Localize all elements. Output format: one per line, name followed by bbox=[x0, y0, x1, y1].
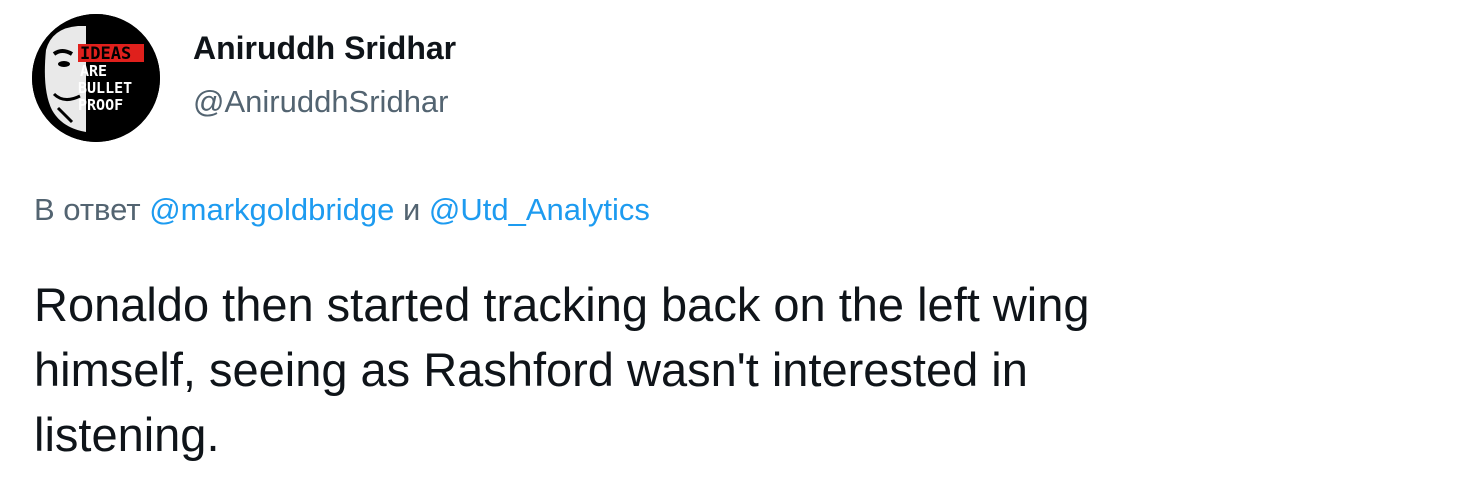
reply-context-prefix: В ответ bbox=[34, 192, 150, 227]
avatar-text-line-4: PROOF bbox=[78, 96, 123, 114]
tweet-text: Ronaldo then started tracking back on th… bbox=[34, 278, 1090, 461]
author-handle[interactable]: @AniruddhSridhar bbox=[193, 82, 449, 122]
avatar-text-line-1: IDEAS bbox=[80, 44, 131, 64]
avatar[interactable]: IDEAS ARE BULLET PROOF bbox=[32, 14, 160, 142]
reply-context-conjunction: и bbox=[394, 192, 429, 227]
reply-context: В ответ @markgoldbridge и @Utd_Analytics bbox=[34, 188, 650, 232]
avatar-text-line-3: BULLET bbox=[78, 79, 132, 97]
avatar-text-line-2: ARE bbox=[80, 62, 107, 80]
guy-fawkes-mask-icon: IDEAS ARE BULLET PROOF bbox=[32, 14, 160, 142]
mention-link-utd-analytics[interactable]: @Utd_Analytics bbox=[429, 192, 650, 227]
tweet-card: IDEAS ARE BULLET PROOF Aniruddh Sridhar … bbox=[0, 0, 1460, 487]
mention-link-markgoldbridge[interactable]: @markgoldbridge bbox=[149, 192, 394, 227]
author-display-name[interactable]: Aniruddh Sridhar bbox=[193, 28, 456, 68]
